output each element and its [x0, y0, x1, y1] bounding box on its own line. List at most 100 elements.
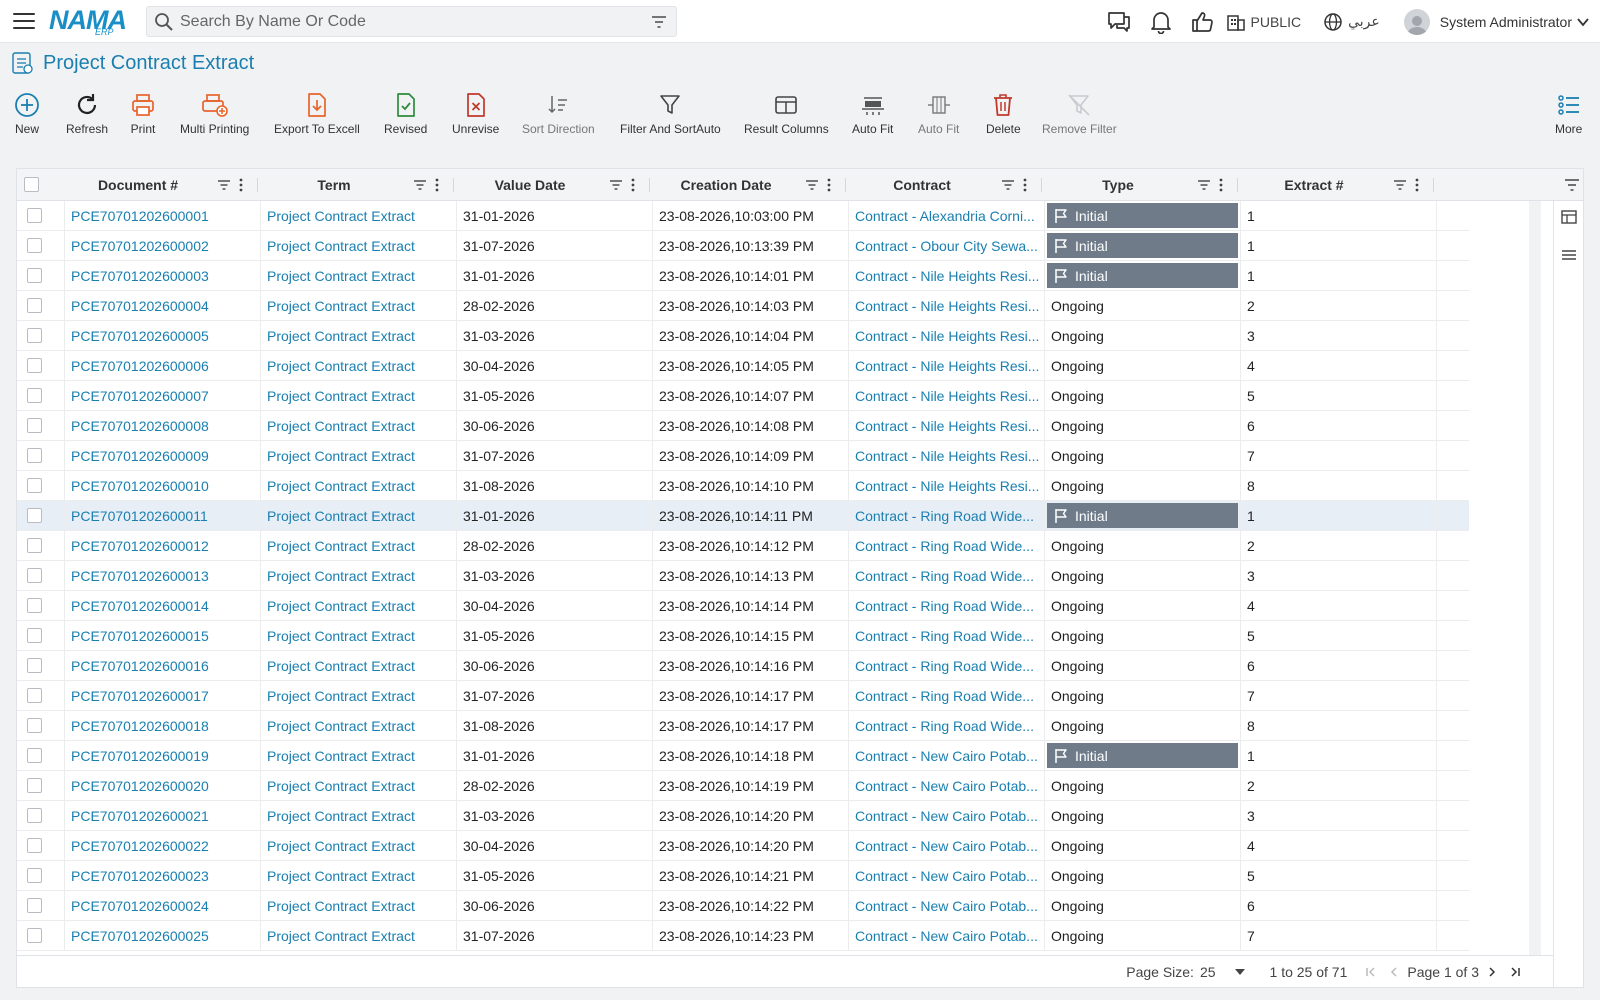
table-row[interactable]: PCE70701202600006 Project Contract Extrac… [17, 351, 1469, 381]
cell-doc[interactable]: PCE70701202600021 [65, 801, 261, 830]
column-separator[interactable] [1041, 178, 1042, 192]
column-filter-icon[interactable] [805, 178, 819, 192]
cell-contract[interactable]: Contract - Nile Heights Resi... [849, 471, 1045, 500]
cell-contract[interactable]: Contract - Ring Road Wide... [849, 591, 1045, 620]
table-row[interactable]: PCE70701202600008 Project Contract Extrac… [17, 411, 1469, 441]
cell-contract[interactable]: Contract - Nile Heights Resi... [849, 411, 1045, 440]
cell-doc[interactable]: PCE70701202600023 [65, 861, 261, 890]
row-checkbox[interactable] [27, 658, 42, 673]
table-row[interactable]: PCE70701202600007 Project Contract Extrac… [17, 381, 1469, 411]
cell-term[interactable]: Project Contract Extract [261, 261, 457, 290]
column-menu-icon[interactable] [435, 178, 439, 192]
cell-doc[interactable]: PCE70701202600024 [65, 891, 261, 920]
row-checkbox[interactable] [27, 358, 42, 373]
cell-contract[interactable]: Contract - Ring Road Wide... [849, 621, 1045, 650]
table-row[interactable]: PCE70701202600004 Project Contract Extrac… [17, 291, 1469, 321]
auto-fit-columns-button[interactable]: Auto Fit [918, 92, 959, 136]
cell-term[interactable]: Project Contract Extract [261, 681, 457, 710]
cell-term[interactable]: Project Contract Extract [261, 411, 457, 440]
table-row[interactable]: PCE70701202600020 Project Contract Extrac… [17, 771, 1469, 801]
cell-doc[interactable]: PCE70701202600013 [65, 561, 261, 590]
cell-contract[interactable]: Contract - New Cairo Potab... [849, 891, 1045, 920]
cell-contract[interactable]: Contract - Nile Heights Resi... [849, 261, 1045, 290]
column-separator[interactable] [649, 178, 650, 192]
cell-term[interactable]: Project Contract Extract [261, 291, 457, 320]
column-filter-icon[interactable] [1001, 178, 1015, 192]
refresh-button[interactable]: Refresh [66, 92, 108, 136]
cell-term[interactable]: Project Contract Extract [261, 501, 457, 530]
row-checkbox[interactable] [27, 268, 42, 283]
cell-contract[interactable]: Contract - Nile Heights Resi... [849, 441, 1045, 470]
row-checkbox[interactable] [27, 628, 42, 643]
row-checkbox[interactable] [27, 208, 42, 223]
table-icon[interactable] [1561, 209, 1577, 225]
logo[interactable]: NAMA ERP [49, 1, 133, 41]
row-checkbox[interactable] [27, 298, 42, 313]
table-row[interactable]: PCE70701202600012 Project Contract Extrac… [17, 531, 1469, 561]
search-input[interactable] [180, 12, 630, 31]
cell-term[interactable]: Project Contract Extract [261, 591, 457, 620]
cell-contract[interactable]: Contract - New Cairo Potab... [849, 801, 1045, 830]
row-checkbox[interactable] [27, 718, 42, 733]
table-row[interactable]: PCE70701202600014 Project Contract Extrac… [17, 591, 1469, 621]
menu-icon[interactable] [13, 13, 35, 29]
cell-term[interactable]: Project Contract Extract [261, 531, 457, 560]
row-checkbox[interactable] [27, 388, 42, 403]
row-checkbox[interactable] [27, 598, 42, 613]
row-checkbox[interactable] [27, 748, 42, 763]
cell-doc[interactable]: PCE70701202600011 [65, 501, 261, 530]
cell-term[interactable]: Project Contract Extract [261, 351, 457, 380]
table-row[interactable]: PCE70701202600003 Project Contract Extrac… [17, 261, 1469, 291]
row-checkbox[interactable] [27, 838, 42, 853]
column-header-value-date[interactable]: Value Date [457, 169, 603, 201]
column-menu-icon[interactable] [1219, 178, 1223, 192]
row-checkbox[interactable] [27, 778, 42, 793]
language-selector[interactable]: عربي [1323, 12, 1380, 32]
cell-term[interactable]: Project Contract Extract [261, 321, 457, 350]
cell-contract[interactable]: Contract - Nile Heights Resi... [849, 351, 1045, 380]
column-header-extract[interactable]: Extract # [1241, 169, 1387, 201]
bell-icon[interactable] [1150, 10, 1172, 34]
menu-lines-icon[interactable] [1561, 247, 1577, 263]
row-checkbox[interactable] [27, 808, 42, 823]
row-checkbox[interactable] [27, 568, 42, 583]
cell-contract[interactable]: Contract - Nile Heights Resi... [849, 291, 1045, 320]
cell-doc[interactable]: PCE70701202600007 [65, 381, 261, 410]
filter-sort-auto-button[interactable]: Filter And SortAuto [620, 92, 721, 136]
column-menu-icon[interactable] [631, 178, 635, 192]
column-separator[interactable] [453, 178, 454, 192]
table-row[interactable]: PCE70701202600018 Project Contract Extrac… [17, 711, 1469, 741]
column-header-type[interactable]: Type [1045, 169, 1191, 201]
column-filter-icon[interactable] [609, 178, 623, 192]
cell-term[interactable]: Project Contract Extract [261, 861, 457, 890]
cell-term[interactable]: Project Contract Extract [261, 651, 457, 680]
auto-fit-button[interactable]: Auto Fit [852, 92, 893, 136]
table-row[interactable]: PCE70701202600017 Project Contract Extrac… [17, 681, 1469, 711]
column-menu-icon[interactable] [239, 178, 243, 192]
row-checkbox[interactable] [27, 898, 42, 913]
cell-term[interactable]: Project Contract Extract [261, 771, 457, 800]
column-separator[interactable] [1237, 178, 1238, 192]
cell-doc[interactable]: PCE70701202600025 [65, 921, 261, 950]
row-checkbox[interactable] [27, 868, 42, 883]
cell-doc[interactable]: PCE70701202600001 [65, 201, 261, 230]
column-menu-icon[interactable] [827, 178, 831, 192]
table-row[interactable]: PCE70701202600015 Project Contract Extrac… [17, 621, 1469, 651]
table-row[interactable]: PCE70701202600024 Project Contract Extrac… [17, 891, 1469, 921]
column-filter-icon[interactable] [1393, 178, 1407, 192]
filter-icon[interactable] [650, 13, 668, 31]
cell-contract[interactable]: Contract - Nile Heights Resi... [849, 321, 1045, 350]
cell-contract[interactable]: Contract - Ring Road Wide... [849, 681, 1045, 710]
cell-contract[interactable]: Contract - Ring Road Wide... [849, 501, 1045, 530]
remove-filter-button[interactable]: Remove Filter [1042, 92, 1117, 136]
column-menu-icon[interactable] [1415, 178, 1419, 192]
vertical-scrollbar[interactable] [1529, 201, 1541, 955]
cell-contract[interactable]: Contract - Ring Road Wide... [849, 651, 1045, 680]
row-checkbox[interactable] [27, 238, 42, 253]
multi-printing-button[interactable]: Multi Printing [180, 92, 249, 136]
row-checkbox[interactable] [27, 538, 42, 553]
branch-selector[interactable]: PUBLIC [1226, 12, 1301, 32]
column-filter-icon[interactable] [1564, 177, 1580, 193]
cell-term[interactable]: Project Contract Extract [261, 891, 457, 920]
column-filter-icon[interactable] [217, 178, 231, 192]
